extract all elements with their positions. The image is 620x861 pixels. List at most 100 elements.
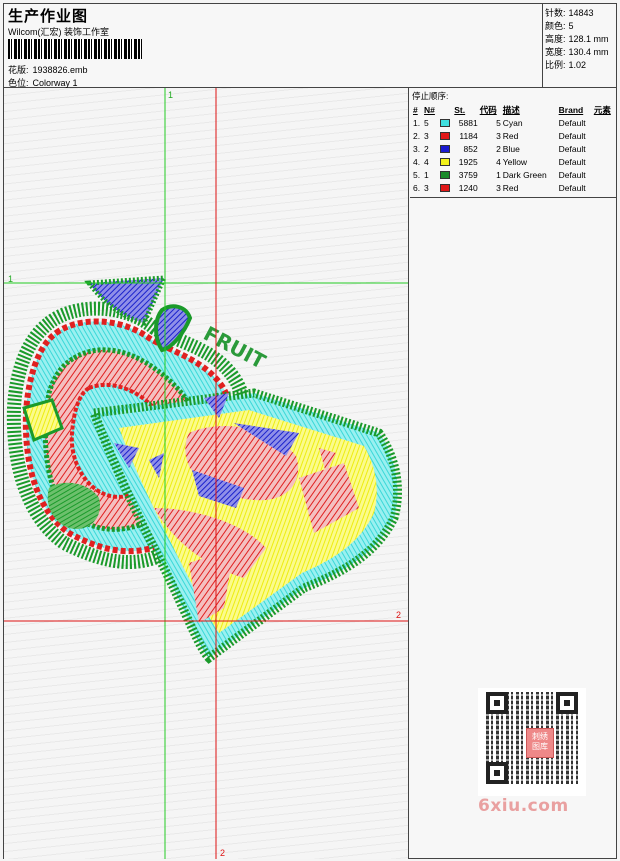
watermark-text: 6xiu.com bbox=[478, 796, 569, 816]
studio-name: Wilcom(汇宏) 装饰工作室 bbox=[8, 27, 109, 37]
production-sheet: 生产作业图 Wilcom(汇宏) 装饰工作室 花版: 1938826.emb 色位… bbox=[3, 3, 617, 859]
stat-value: 5 bbox=[568, 21, 574, 31]
col-element: 元素 bbox=[593, 104, 611, 115]
col-needle: N# bbox=[424, 104, 435, 115]
guide-label-bottom: 2 bbox=[220, 848, 226, 858]
stat-label: 比例: bbox=[545, 60, 566, 70]
col-code: 代码 bbox=[479, 104, 497, 115]
row-swatch bbox=[439, 142, 454, 155]
row-swatch bbox=[439, 155, 454, 168]
table-row[interactable]: 3. 2 852 2 Blue Default bbox=[412, 142, 616, 155]
row-code: 5 bbox=[496, 117, 501, 128]
row-description: Cyan bbox=[502, 117, 523, 128]
color-swatch bbox=[439, 171, 450, 180]
row-stitches: 1925 bbox=[458, 156, 478, 167]
row-needle: 3 bbox=[424, 182, 429, 193]
qr-finder bbox=[556, 692, 578, 714]
guide-label-left: 1 bbox=[8, 274, 14, 284]
pattern-info: 花版: 1938826.emb bbox=[8, 63, 88, 76]
design-stats: 针数: 14843 颜色: 5 高度: 128.1 mm 宽度: 130.4 mm 比例… bbox=[542, 4, 616, 88]
stat-label: 针数: bbox=[545, 8, 566, 18]
stop-sequence-title: 停止顺序: bbox=[412, 91, 449, 101]
row-needle: 4 bbox=[424, 156, 429, 167]
row-element bbox=[593, 129, 616, 142]
row-brand: Default bbox=[558, 156, 586, 167]
qr-pattern: 刺绣 图库 bbox=[486, 692, 578, 784]
row-needle: 3 bbox=[424, 130, 429, 141]
stat-colors: 颜色: 5 bbox=[545, 20, 616, 33]
pattern-label: 花版: bbox=[8, 65, 29, 75]
row-stitches: 1240 bbox=[458, 182, 478, 193]
row-swatch bbox=[439, 129, 454, 142]
embroidery-design: FRUIT bbox=[4, 88, 408, 859]
table-row[interactable]: 2. 3 1184 3 Red Default bbox=[412, 129, 616, 142]
row-stitches: 852 bbox=[463, 143, 478, 154]
qr-code[interactable]: 刺绣 图库 bbox=[478, 688, 586, 796]
row-swatch bbox=[439, 116, 454, 129]
table-row[interactable]: 4. 4 1925 4 Yellow Default bbox=[412, 155, 616, 168]
color-swatch bbox=[439, 145, 450, 154]
design-canvas[interactable]: FRUIT 1 1 2 2 bbox=[4, 88, 409, 859]
row-brand: Default bbox=[558, 169, 586, 180]
color-swatch bbox=[439, 158, 450, 167]
row-brand: Default bbox=[558, 117, 586, 128]
row-brand: Default bbox=[558, 182, 586, 193]
row-description: Red bbox=[502, 182, 519, 193]
row-swatch bbox=[439, 168, 454, 181]
pattern-value: 1938826.emb bbox=[32, 65, 88, 75]
qr-finder bbox=[486, 692, 508, 714]
row-brand: Default bbox=[558, 130, 586, 141]
stat-value: 128.1 mm bbox=[568, 34, 609, 44]
row-index: 6. bbox=[413, 182, 421, 193]
qr-badge: 刺绣 图库 bbox=[526, 728, 554, 758]
row-element bbox=[593, 116, 616, 129]
stat-value: 130.4 mm bbox=[568, 47, 609, 57]
row-index: 5. bbox=[413, 169, 421, 180]
stat-value: 14843 bbox=[568, 8, 594, 18]
colorway-label: 色位: bbox=[8, 78, 29, 88]
row-stitches: 1184 bbox=[459, 130, 478, 141]
color-swatch bbox=[439, 119, 450, 128]
row-needle: 1 bbox=[424, 169, 429, 180]
stat-value: 1.02 bbox=[568, 60, 587, 70]
row-description: Blue bbox=[502, 143, 520, 154]
sheet-title: 生产作业图 bbox=[8, 8, 89, 25]
row-description: Dark Green bbox=[502, 169, 547, 180]
row-description: Red bbox=[502, 130, 519, 141]
row-element bbox=[593, 168, 616, 181]
table-row[interactable]: 6. 3 1240 3 Red Default bbox=[412, 181, 616, 194]
stop-sequence-rows: 1. 5 5881 5 Cyan Default 2. 3 1184 3 Red Default 3. 2… bbox=[412, 116, 616, 194]
row-stitches: 5881 bbox=[458, 117, 478, 128]
row-stitches: 3759 bbox=[458, 169, 478, 180]
stat-label: 高度: bbox=[545, 34, 566, 44]
stat-stitches: 针数: 14843 bbox=[545, 7, 616, 20]
col-brand: Brand bbox=[558, 104, 584, 115]
row-description: Yellow bbox=[502, 156, 528, 167]
row-element bbox=[593, 142, 616, 155]
row-swatch bbox=[439, 181, 454, 194]
row-element bbox=[593, 155, 616, 168]
row-code: 3 bbox=[496, 130, 501, 141]
table-row[interactable]: 5. 1 3759 1 Dark Green Default bbox=[412, 168, 616, 181]
col-description: 描述 bbox=[502, 104, 520, 115]
stat-ratio: 比例: 1.02 bbox=[545, 59, 616, 72]
table-row[interactable]: 1. 5 5881 5 Cyan Default bbox=[412, 116, 616, 129]
header: 生产作业图 Wilcom(汇宏) 装饰工作室 花版: 1938826.emb 色位… bbox=[4, 4, 616, 88]
guide-label-top: 1 bbox=[168, 90, 174, 100]
row-needle: 5 bbox=[424, 117, 429, 128]
guide-label-right: 2 bbox=[396, 610, 402, 620]
colorway-value: Colorway 1 bbox=[32, 78, 78, 88]
col-color bbox=[439, 103, 454, 116]
stat-height: 高度: 128.1 mm bbox=[545, 33, 616, 46]
row-needle: 2 bbox=[424, 143, 429, 154]
color-swatch bbox=[439, 132, 450, 141]
stat-label: 宽度: bbox=[545, 47, 566, 57]
row-index: 4. bbox=[413, 156, 421, 167]
qr-finder bbox=[486, 762, 508, 784]
row-brand: Default bbox=[558, 143, 586, 154]
row-code: 3 bbox=[496, 182, 501, 193]
row-index: 3. bbox=[413, 143, 421, 154]
row-element bbox=[593, 181, 616, 194]
stat-label: 颜色: bbox=[545, 21, 566, 31]
row-code: 2 bbox=[496, 143, 501, 154]
